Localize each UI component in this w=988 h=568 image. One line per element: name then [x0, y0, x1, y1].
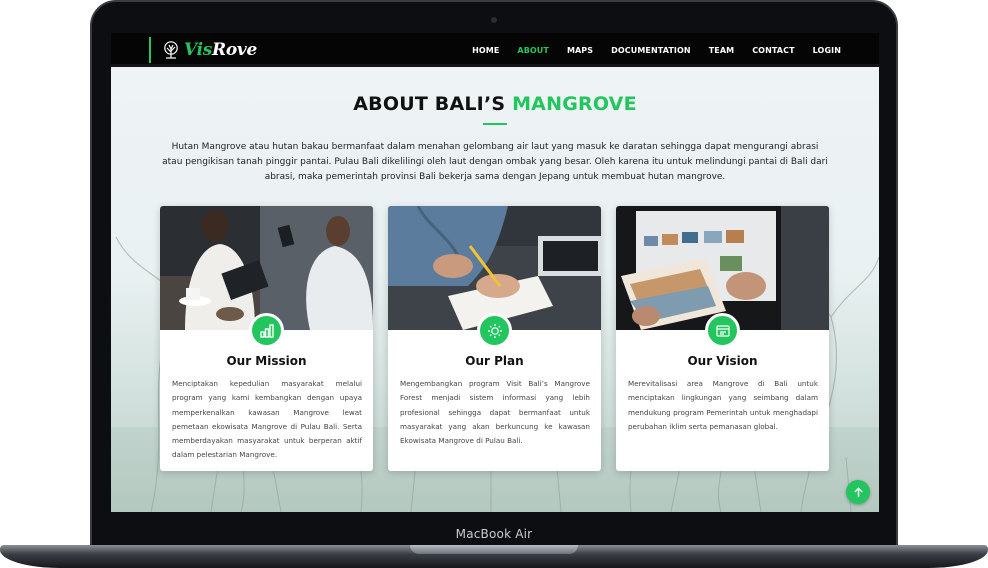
device-label: MacBook Air — [455, 527, 533, 541]
title-underline — [483, 123, 507, 125]
card-plan: Our Plan Mengembangkan program Visit Bal… — [388, 206, 601, 471]
nav-link-about[interactable]: ABOUT — [517, 46, 549, 55]
card-mission: Our Mission Menciptakan kepedulian masya… — [160, 206, 373, 471]
scroll-to-top-button[interactable] — [846, 480, 870, 504]
card-text: Mengembangkan program Visit Bali’s Mangr… — [400, 379, 590, 446]
nav-link-home[interactable]: HOME — [472, 46, 499, 55]
brand-name: VisRove — [184, 40, 257, 60]
arrow-up-icon — [853, 486, 863, 497]
image-gallery-icon — [705, 313, 740, 348]
laptop-notch — [410, 545, 578, 554]
laptop-screen: VisRove HOME ABOUT MAPS DOCUMENTATION TE… — [111, 33, 879, 512]
tree-logo-icon — [164, 41, 178, 59]
brand-accent-bar — [149, 37, 151, 63]
nav-link-login[interactable]: LOGIN — [813, 46, 841, 55]
section-description: Hutan Mangrove atau hutan bakau bermanfa… — [162, 142, 828, 182]
nav-link-contact[interactable]: CONTACT — [752, 46, 794, 55]
card-title: Our Vision — [687, 354, 758, 368]
card-photo-writing — [388, 206, 601, 330]
bar-chart-icon — [249, 313, 284, 348]
nav-link-documentation[interactable]: DOCUMENTATION — [611, 46, 691, 55]
brand-logo[interactable]: VisRove — [161, 39, 257, 61]
navbar: VisRove HOME ABOUT MAPS DOCUMENTATION TE… — [111, 33, 879, 67]
card-photo-meeting — [160, 206, 373, 330]
webcam-icon — [491, 17, 497, 23]
card-text: Menciptakan kepedulian masyarakat melalu… — [172, 379, 362, 460]
card-title: Our Plan — [465, 354, 524, 368]
about-section: ABOUT BALI’S MANGROVE Hutan Mangrove ata… — [111, 67, 879, 512]
card-vision: Our Vision Merevitalisasi area Mangrove … — [616, 206, 829, 471]
nav-link-maps[interactable]: MAPS — [567, 46, 593, 55]
section-title: ABOUT BALI’S MANGROVE — [353, 93, 637, 115]
card-text: Merevitalisasi area Mangrove di Bali unt… — [628, 379, 818, 431]
sun-icon — [477, 313, 512, 348]
card-title: Our Mission — [226, 354, 307, 368]
nav-link-team[interactable]: TEAM — [709, 46, 734, 55]
nav-menu: HOME ABOUT MAPS DOCUMENTATION TEAM CONTA… — [472, 33, 841, 67]
card-photo-gallery — [616, 206, 829, 330]
